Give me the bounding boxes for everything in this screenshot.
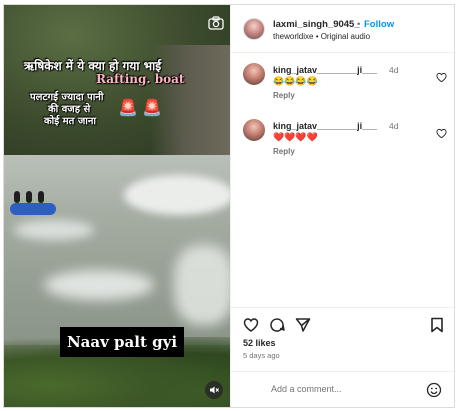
save-bookmark-icon[interactable] bbox=[429, 317, 445, 333]
comment-input[interactable] bbox=[271, 384, 421, 394]
water-foam bbox=[124, 175, 230, 215]
separator-dot: • bbox=[357, 19, 361, 30]
water-foam bbox=[44, 270, 154, 300]
post-modal: ऋषिकेश में ये क्या हो गया भाई Rafting. b… bbox=[3, 4, 456, 408]
comment-username[interactable]: king_jatav________ji___ bbox=[273, 65, 377, 75]
overlay-highlight-text: Rafting. boat bbox=[96, 72, 185, 86]
comment-time: 4d bbox=[389, 121, 399, 131]
raft-boat bbox=[10, 203, 56, 215]
reply-button[interactable]: Reply bbox=[273, 147, 295, 156]
water-foam bbox=[174, 245, 230, 325]
commenter-avatar[interactable] bbox=[243, 119, 265, 141]
post-timestamp: 5 days ago bbox=[243, 351, 280, 360]
comment-composer bbox=[231, 371, 456, 407]
share-send-icon[interactable] bbox=[295, 317, 311, 333]
water-foam bbox=[14, 220, 94, 240]
commenter-avatar[interactable] bbox=[243, 63, 265, 85]
emoji-icon[interactable] bbox=[426, 382, 442, 398]
comment-text: ❤️❤️❤️❤️ bbox=[273, 132, 318, 142]
action-bar bbox=[231, 307, 456, 337]
video-player[interactable]: ऋषिकेश में ये क्या हो गया भाई Rafting. b… bbox=[4, 5, 230, 407]
audio-subtitle[interactable]: theworldixe • Original audio bbox=[273, 32, 370, 41]
camera-icon bbox=[208, 16, 224, 30]
overlay-text-line4: कोई मत जाना bbox=[44, 116, 96, 127]
comment-text: 😂😂😂😂 bbox=[273, 76, 318, 86]
siren-icon: 🚨 bbox=[118, 100, 138, 117]
follow-button[interactable]: Follow bbox=[364, 19, 394, 30]
comment-time: 4d bbox=[389, 65, 399, 75]
reply-button[interactable]: Reply bbox=[273, 91, 295, 100]
post-header: laxmi_singh_9045_ • Follow theworldixe •… bbox=[231, 5, 456, 53]
siren-icon: 🚨 bbox=[142, 100, 162, 117]
likes-count[interactable]: 52 likes bbox=[243, 338, 276, 348]
comment-item: king_jatav________ji___ 4d ❤️❤️❤️❤️ Repl… bbox=[243, 119, 448, 159]
heart-outline-icon[interactable] bbox=[436, 128, 447, 139]
comment-bubble-icon[interactable] bbox=[269, 317, 285, 333]
rafter-figure bbox=[38, 191, 44, 203]
rafter-figure bbox=[26, 191, 32, 203]
author-username[interactable]: laxmi_singh_9045_ bbox=[273, 19, 360, 30]
speaker-muted-icon bbox=[210, 386, 219, 394]
video-caption: Naav palt gyi bbox=[60, 327, 184, 357]
post-sidebar: laxmi_singh_9045_ • Follow theworldixe •… bbox=[230, 5, 456, 407]
author-avatar[interactable] bbox=[243, 18, 265, 40]
comment-username[interactable]: king_jatav________ji___ bbox=[273, 121, 377, 131]
like-heart-icon[interactable] bbox=[243, 317, 259, 333]
heart-outline-icon[interactable] bbox=[436, 72, 447, 83]
comment-item: king_jatav________ji___ 4d 😂😂😂😂 Reply bbox=[243, 63, 448, 103]
rafter-figure bbox=[14, 191, 20, 203]
mute-button[interactable] bbox=[205, 381, 223, 399]
